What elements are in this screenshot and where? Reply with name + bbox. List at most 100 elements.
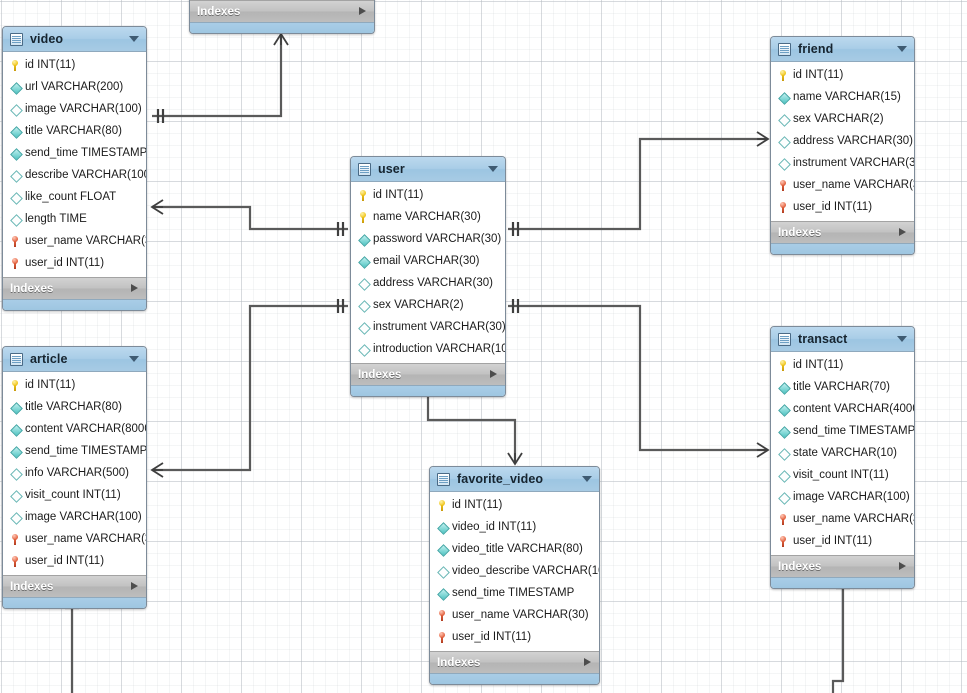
column-label: user_name VARCHAR(30) (25, 235, 146, 247)
column-row[interactable]: info VARCHAR(500) (3, 462, 146, 484)
column-row[interactable]: instrument VARCHAR(30) (351, 316, 505, 338)
not-null-diamond-icon (10, 125, 21, 138)
table-header[interactable]: article (3, 347, 146, 372)
not-null-diamond-icon (778, 381, 789, 394)
table-favorite_video[interactable]: favorite_video id INT(11) video_id INT(11)… (429, 466, 600, 685)
column-row[interactable]: id INT(11) (3, 374, 146, 396)
connector-user-transact (508, 299, 770, 458)
chevron-right-icon[interactable] (359, 7, 366, 15)
foreign-key-icon (778, 535, 789, 548)
table-user[interactable]: user id INT(11) name VARCHAR(30) password V… (350, 156, 506, 397)
nullable-diamond-icon (10, 169, 21, 182)
table-indexes-footer[interactable]: Indexes (430, 651, 599, 673)
table-indexes-footer[interactable]: Indexes (3, 575, 146, 597)
table-bottom-strip (771, 577, 914, 588)
nullable-diamond-icon (358, 343, 369, 356)
table-header[interactable]: friend (771, 37, 914, 62)
column-row[interactable]: id INT(11) (771, 64, 914, 86)
column-row[interactable]: image VARCHAR(100) (3, 506, 146, 528)
column-row[interactable]: address VARCHAR(30) (771, 130, 914, 152)
chevron-down-icon[interactable] (897, 336, 907, 342)
not-null-diamond-icon (10, 423, 21, 436)
column-row[interactable]: user_name VARCHAR(30) (771, 508, 914, 530)
column-row[interactable]: title VARCHAR(80) (3, 120, 146, 142)
chevron-down-icon[interactable] (897, 46, 907, 52)
column-row[interactable]: id INT(11) (351, 184, 505, 206)
chevron-down-icon[interactable] (488, 166, 498, 172)
column-row[interactable]: user_name VARCHAR(30) (3, 230, 146, 252)
table-indexes-footer[interactable]: Indexes (771, 221, 914, 243)
eer-diagram-canvas[interactable]: Indexes video id INT(11) url VARCHAR(200) i… (0, 0, 967, 693)
table-header[interactable]: favorite_video (430, 467, 599, 492)
column-row[interactable]: address VARCHAR(30) (351, 272, 505, 294)
column-row[interactable]: sex VARCHAR(2) (771, 108, 914, 130)
column-row[interactable]: user_name VARCHAR(30) (771, 174, 914, 196)
column-row[interactable]: id INT(11) (771, 354, 914, 376)
table-header[interactable]: transact (771, 327, 914, 352)
column-label: like_count FLOAT (25, 191, 117, 203)
column-row[interactable]: introduction VARCHAR(100) (351, 338, 505, 360)
column-row[interactable]: name VARCHAR(15) (771, 86, 914, 108)
column-row[interactable]: describe VARCHAR(100) (3, 164, 146, 186)
column-row[interactable]: user_id INT(11) (771, 196, 914, 218)
column-row[interactable]: email VARCHAR(30) (351, 250, 505, 272)
table-article[interactable]: article id INT(11) title VARCHAR(80) conten… (2, 346, 147, 609)
column-row[interactable]: video_title VARCHAR(80) (430, 538, 599, 560)
column-row[interactable]: instrument VARCHAR(30) (771, 152, 914, 174)
column-row[interactable]: state VARCHAR(10) (771, 442, 914, 464)
column-row[interactable]: id INT(11) (3, 54, 146, 76)
column-row[interactable]: title VARCHAR(70) (771, 376, 914, 398)
chevron-right-icon[interactable] (899, 562, 906, 570)
table-video[interactable]: video id INT(11) url VARCHAR(200) image VAR… (2, 26, 147, 311)
table-name-label: transact (798, 332, 848, 346)
not-null-diamond-icon (10, 147, 21, 160)
column-row[interactable]: user_id INT(11) (3, 550, 146, 572)
column-row[interactable]: name VARCHAR(30) (351, 206, 505, 228)
column-row[interactable]: image VARCHAR(100) (771, 486, 914, 508)
column-row[interactable]: image VARCHAR(100) (3, 98, 146, 120)
column-row[interactable]: url VARCHAR(200) (3, 76, 146, 98)
chevron-right-icon[interactable] (131, 582, 138, 590)
column-row[interactable]: send_time TIMESTAMP (3, 440, 146, 462)
chevron-down-icon[interactable] (129, 36, 139, 42)
table-indexes-footer[interactable]: Indexes (351, 363, 505, 385)
chevron-down-icon[interactable] (129, 356, 139, 362)
table-transact[interactable]: transact id INT(11) title VARCHAR(70) conte… (770, 326, 915, 589)
column-row[interactable]: content VARCHAR(8000) (3, 418, 146, 440)
column-row[interactable]: length TIME (3, 208, 146, 230)
table-friend[interactable]: friend id INT(11) name VARCHAR(15) sex VARC… (770, 36, 915, 255)
chevron-right-icon[interactable] (899, 228, 906, 236)
column-row[interactable]: user_id INT(11) (3, 252, 146, 274)
chevron-right-icon[interactable] (131, 284, 138, 292)
table-clipped-top[interactable]: Indexes (189, 0, 375, 34)
chevron-right-icon[interactable] (584, 658, 591, 666)
column-row[interactable]: send_time TIMESTAMP (3, 142, 146, 164)
table-indexes-footer[interactable]: Indexes (771, 555, 914, 577)
column-row[interactable]: content VARCHAR(4000) (771, 398, 914, 420)
column-label: send_time TIMESTAMP (793, 425, 915, 437)
column-row[interactable]: password VARCHAR(30) (351, 228, 505, 250)
column-row[interactable]: user_id INT(11) (430, 626, 599, 648)
table-indexes-footer[interactable]: Indexes (190, 0, 374, 22)
column-row[interactable]: send_time TIMESTAMP (771, 420, 914, 442)
column-row[interactable]: user_id INT(11) (771, 530, 914, 552)
column-row[interactable]: title VARCHAR(80) (3, 396, 146, 418)
column-row[interactable]: user_name VARCHAR(30) (430, 604, 599, 626)
column-row[interactable]: video_describe VARCHAR(100) (430, 560, 599, 582)
column-row[interactable]: visit_count INT(11) (771, 464, 914, 486)
chevron-right-icon[interactable] (490, 370, 497, 378)
column-row[interactable]: send_time TIMESTAMP (430, 582, 599, 604)
column-row[interactable]: sex VARCHAR(2) (351, 294, 505, 316)
chevron-down-icon[interactable] (582, 476, 592, 482)
column-row[interactable]: like_count FLOAT (3, 186, 146, 208)
table-name-label: friend (798, 42, 834, 56)
table-header[interactable]: video (3, 27, 146, 52)
column-row[interactable]: video_id INT(11) (430, 516, 599, 538)
column-label: length TIME (25, 213, 87, 225)
table-indexes-footer[interactable]: Indexes (3, 277, 146, 299)
column-row[interactable]: user_name VARCHAR(30) (3, 528, 146, 550)
table-icon (358, 162, 371, 176)
table-header[interactable]: user (351, 157, 505, 182)
column-row[interactable]: visit_count INT(11) (3, 484, 146, 506)
column-row[interactable]: id INT(11) (430, 494, 599, 516)
